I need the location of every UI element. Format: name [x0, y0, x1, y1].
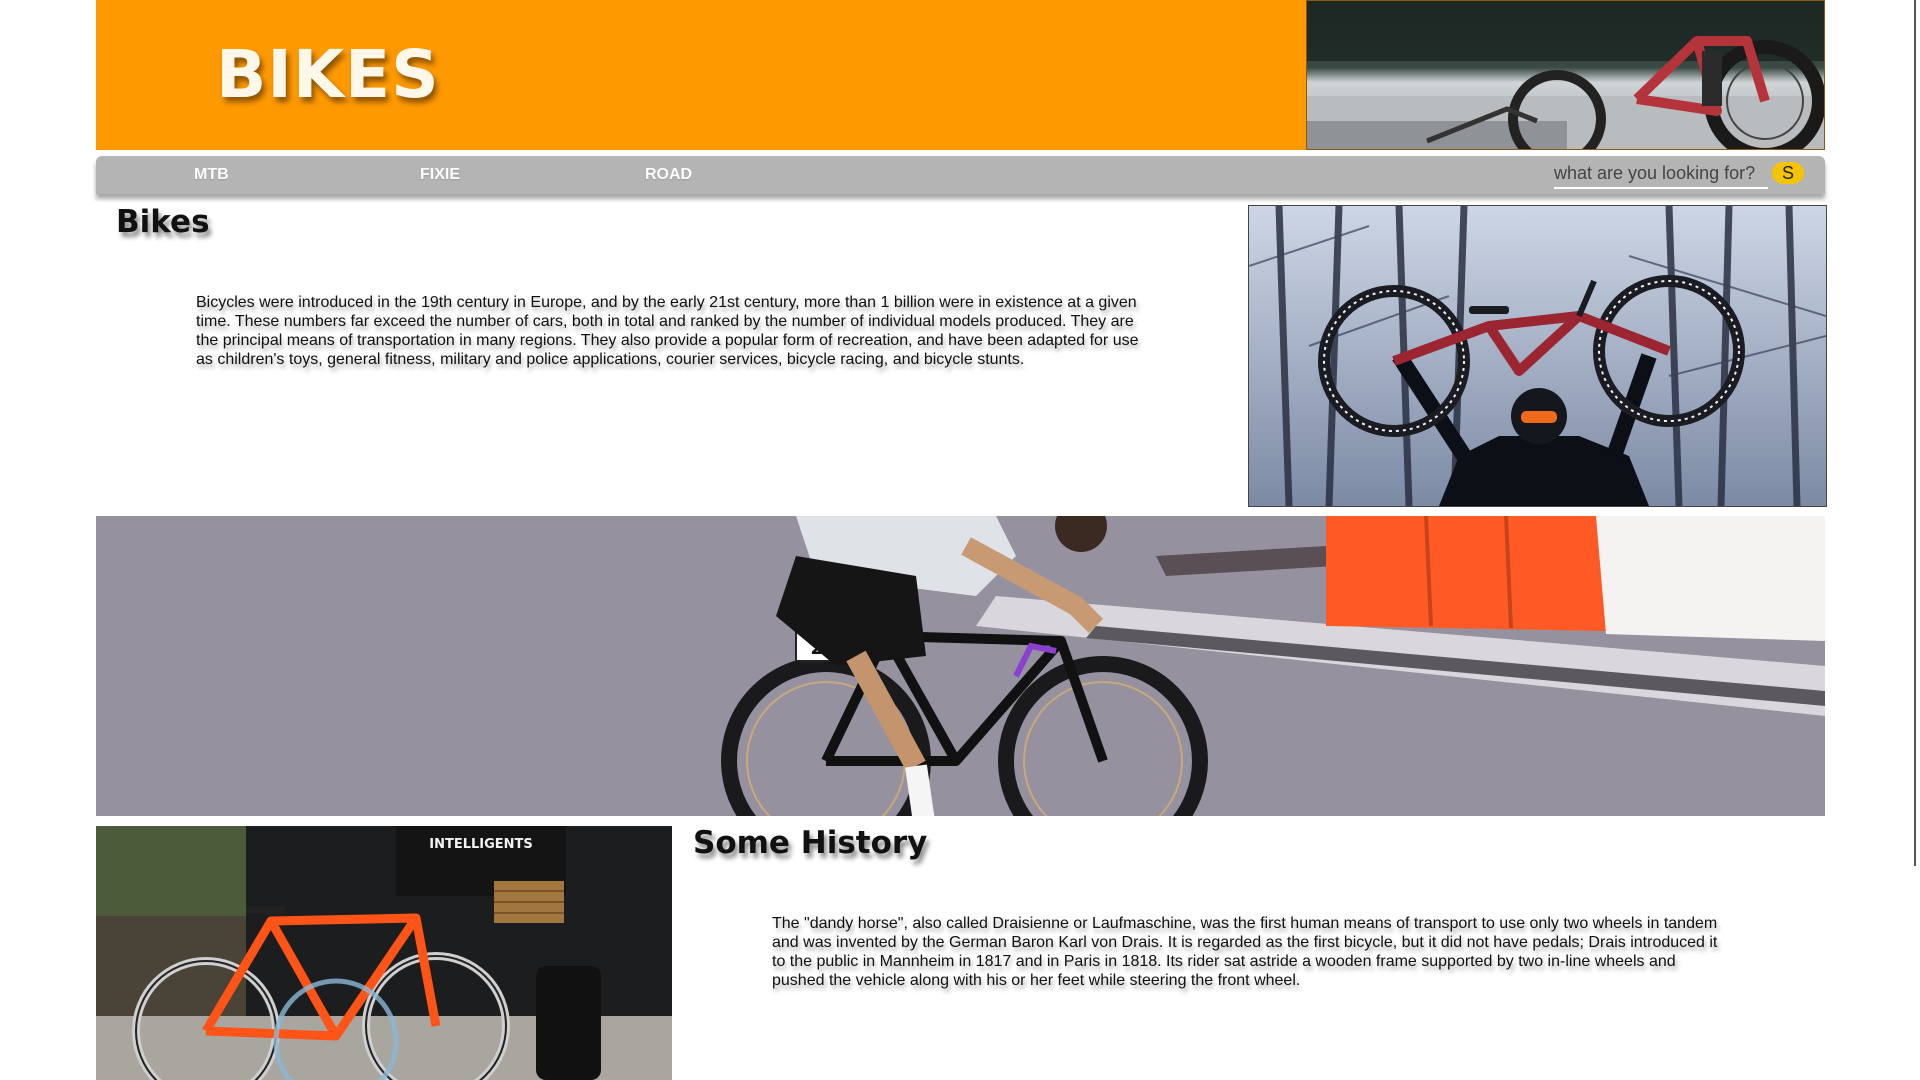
history-paragraph: The "dandy horse", also called Draisienn… [772, 915, 1718, 989]
page: BIKES MTB FIXIE ROAD what are you lookin… [0, 0, 1920, 1080]
mtb-rider-photo [1248, 205, 1827, 507]
search-button[interactable]: S [1772, 162, 1804, 184]
nav-link-road[interactable]: ROAD [645, 166, 692, 184]
history-heading: Some History [693, 825, 928, 861]
nav-link-mtb[interactable]: MTB [194, 166, 229, 184]
header-ebike-photo [1306, 0, 1825, 150]
nav-link-fixie[interactable]: FIXIE [420, 166, 460, 184]
parked-fixies-photo: INTELLIGENTS [96, 826, 672, 1080]
site-header: BIKES [96, 0, 1825, 150]
search-input[interactable] [1554, 161, 1768, 189]
shop-sign-text: INTELLIGENTS [429, 837, 533, 852]
page-scrollbar[interactable] [1914, 0, 1916, 866]
intro-heading: Bikes [116, 204, 210, 240]
main-nav: MTB FIXIE ROAD S [96, 156, 1825, 194]
site-title: BIKES [216, 36, 440, 113]
fixie-rider-banner-photo: 26 [96, 516, 1825, 816]
intro-paragraph: Bicycles were introduced in the 19th cen… [196, 294, 1139, 368]
